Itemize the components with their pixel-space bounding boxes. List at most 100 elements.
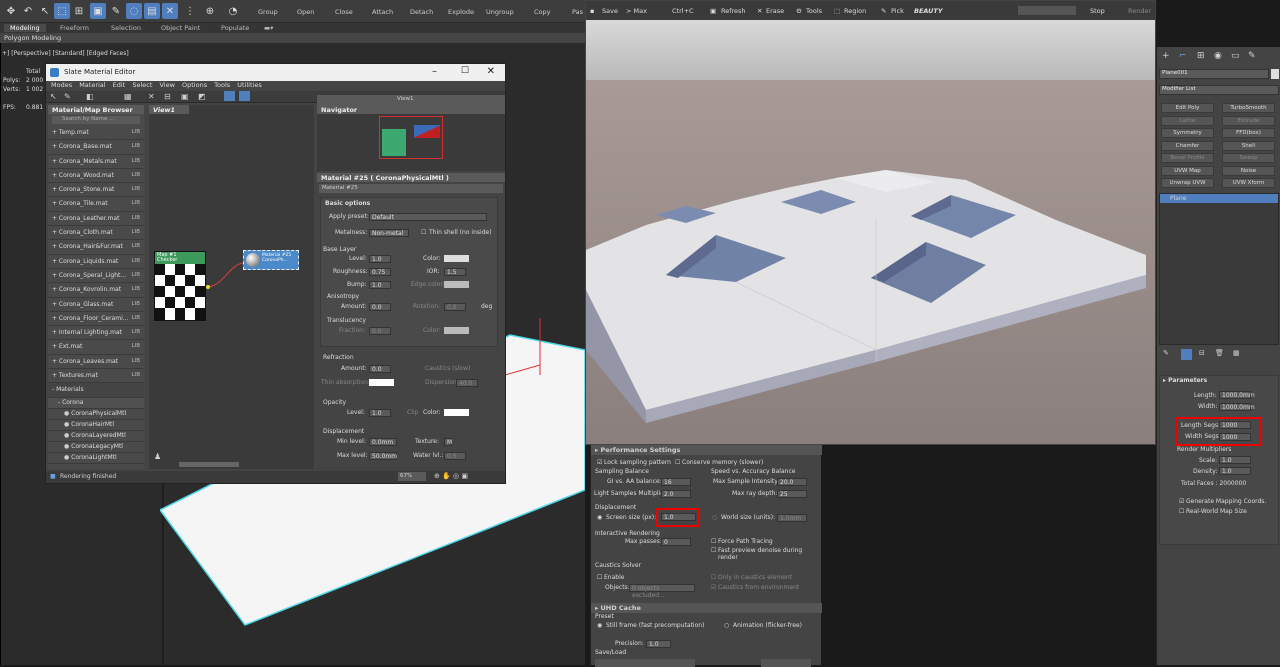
rotation-spinner[interactable]: 0.0	[444, 303, 466, 311]
undo-icon[interactable]: ↶	[20, 3, 36, 19]
show-end-icon[interactable]: ◩	[198, 92, 206, 101]
conserve-memory-checkbox[interactable]: ☐	[675, 459, 680, 466]
library-item[interactable]: + Textures.mat LIB	[48, 369, 144, 384]
minimize-icon[interactable]: –	[432, 66, 437, 77]
bump-spinner[interactable]: 1.0	[369, 281, 391, 289]
aniso-amount-spinner[interactable]: 0.0	[369, 303, 391, 311]
trans-color-swatch[interactable]	[444, 327, 469, 334]
show-end-result-icon[interactable]	[1181, 349, 1192, 360]
min-level-spinner[interactable]: 0.0mm	[369, 438, 397, 446]
library-item[interactable]: + Internal Lighting.mat LIB	[48, 326, 144, 341]
perf-title[interactable]: ▸ Performance Settings	[591, 445, 822, 455]
modify-tab-icon[interactable]: ⌐	[1179, 51, 1187, 61]
menu-view[interactable]: View	[159, 81, 174, 89]
library-item[interactable]: + Corona_Floor_Cerami... LIB	[48, 311, 144, 327]
fast-preview-checkbox[interactable]: ☐	[711, 547, 716, 554]
pick-icon[interactable]: ✎	[881, 7, 886, 15]
align-icon[interactable]: ⋮	[182, 3, 198, 19]
library-item[interactable]: + Corona_Glass.mat LIB	[48, 297, 144, 312]
ref-amount-spinner[interactable]: 0.0	[369, 365, 391, 373]
saveload-after-dropdown[interactable]	[761, 659, 811, 667]
thin-absorption-swatch[interactable]	[369, 379, 394, 386]
motion-tab-icon[interactable]: ◉	[1214, 51, 1222, 61]
vfb-element-dropdown[interactable]: BEAUTY	[914, 7, 943, 15]
move-icon[interactable]: ✥	[3, 3, 19, 19]
gi-aa-spinner[interactable]: 16	[661, 478, 691, 486]
modifier-button[interactable]: Chamfer	[1161, 140, 1214, 151]
window-crossing-icon[interactable]: ▤	[144, 3, 160, 19]
width-spinner[interactable]: 1000.0mm	[1219, 403, 1255, 411]
rect-select-icon[interactable]: ▣	[90, 3, 106, 19]
vfb-element-select[interactable]	[1018, 6, 1076, 15]
modifier-button[interactable]: UVW Xform	[1222, 178, 1275, 188]
vfb-ctrlc-button[interactable]: Ctrl+C	[672, 7, 694, 15]
screen-size-radio[interactable]: ◉	[597, 514, 602, 521]
only-caustics-checkbox[interactable]: ☐	[711, 574, 716, 581]
material-item[interactable]: ● CoronaPhysicalMtl	[48, 408, 144, 420]
material-item[interactable]: ● CoronaLegacyMtl	[48, 441, 144, 453]
pivot-icon[interactable]: ⊕	[202, 3, 218, 19]
select-icon[interactable]: ↖	[37, 3, 53, 19]
view-dropdown[interactable]: View1	[317, 95, 505, 105]
world-size-spinner[interactable]: 1.0mm	[777, 514, 807, 522]
modifier-button[interactable]: Noise	[1222, 165, 1275, 176]
tab-populate[interactable]: Populate	[221, 24, 249, 32]
library-item[interactable]: + Corona_Metals.mat LIB	[48, 154, 144, 169]
view-canvas[interactable]: View1 Map #1 Checker Material #25 Corona…	[149, 105, 314, 469]
water-level-spinner[interactable]: 0.5	[444, 452, 466, 460]
viewport-label[interactable]: +] [Perspective] [Standard] [Edged Faces…	[2, 50, 129, 57]
basic-options-title[interactable]: Basic options	[325, 200, 370, 207]
still-frame-radio[interactable]: ◉	[597, 622, 602, 629]
modifier-button[interactable]: Symmetry	[1161, 128, 1214, 138]
layout-all-icon[interactable]	[224, 91, 235, 101]
explode-button[interactable]: Explode	[448, 8, 474, 16]
menu-tools[interactable]: Tools	[214, 81, 230, 89]
corona-group[interactable]: - Corona	[48, 397, 144, 409]
material-item[interactable]: ● CoronaHairMtl	[48, 419, 144, 431]
copy-button[interactable]: Copy	[534, 8, 551, 16]
menu-material[interactable]: Material	[79, 81, 105, 89]
length-spinner[interactable]: 1000.0mm	[1219, 391, 1255, 399]
max-level-spinner[interactable]: 50.0mm	[369, 452, 397, 460]
saveload-dropdown[interactable]	[595, 659, 695, 667]
modifier-button[interactable]: Sweep	[1222, 153, 1275, 163]
layout-children-icon[interactable]	[239, 91, 250, 101]
thin-shell-checkbox[interactable]: ☐	[421, 229, 426, 236]
xyz-icon[interactable]: ✕	[162, 3, 178, 19]
erase-icon[interactable]: ✕	[757, 7, 762, 15]
modifier-button[interactable]: UVW Map	[1161, 165, 1214, 176]
browser-search-input[interactable]: Search by Name ...	[52, 116, 140, 124]
caustics-env-checkbox[interactable]: ☑	[711, 584, 716, 591]
objects-exclude-button[interactable]: 0 objects excluded...	[629, 584, 695, 599]
modifier-button[interactable]: Lathe	[1161, 115, 1214, 126]
vfb-tools-button[interactable]: Tools	[806, 7, 822, 15]
menu-options[interactable]: Options	[182, 81, 207, 89]
configure-sets-icon[interactable]: ▦	[1233, 349, 1240, 357]
library-item[interactable]: + Corona_Base.mat LIB	[48, 140, 144, 155]
library-item[interactable]: + Corona_Liquids.mat LIB	[48, 254, 144, 269]
layout-icon[interactable]: ▦	[124, 92, 132, 101]
apply-preset-dropdown[interactable]: Default	[369, 213, 487, 221]
vfb-refresh-button[interactable]: Refresh	[721, 7, 746, 15]
vfb-region-button[interactable]: Region	[844, 7, 866, 15]
tab-modeling[interactable]: Modeling	[4, 24, 46, 32]
material-item[interactable]: ● CoronaLayeredMtl	[48, 430, 144, 442]
menu-utilities[interactable]: Utilities	[237, 81, 261, 89]
ungroup-button[interactable]: Ungroup	[486, 8, 514, 16]
zoom-dropdown[interactable]: 67%	[398, 472, 426, 481]
stack-item-plane[interactable]: Plane	[1160, 194, 1278, 203]
region-icon[interactable]: ⬚	[834, 7, 840, 15]
modifier-button[interactable]: Extrude	[1222, 115, 1275, 126]
tab-selection[interactable]: Selection	[111, 24, 141, 32]
attach-button[interactable]: Attach	[372, 8, 393, 16]
pan-icon[interactable]: ♟	[154, 452, 161, 461]
library-item[interactable]: + Corona_Stone.mat LIB	[48, 183, 144, 198]
max-ray-depth-spinner[interactable]: 25	[777, 490, 807, 498]
detach-button[interactable]: Detach	[410, 8, 433, 16]
base-color-swatch[interactable]	[444, 255, 469, 262]
library-item[interactable]: + Corona_Tile.mat LIB	[48, 197, 144, 212]
opacity-color-swatch[interactable]	[444, 409, 469, 416]
library-item[interactable]: + Corona_Cloth.mat LIB	[48, 226, 144, 241]
vfb-pick-button[interactable]: Pick	[891, 7, 904, 15]
modifier-button[interactable]: Unwrap UVW	[1161, 178, 1214, 188]
